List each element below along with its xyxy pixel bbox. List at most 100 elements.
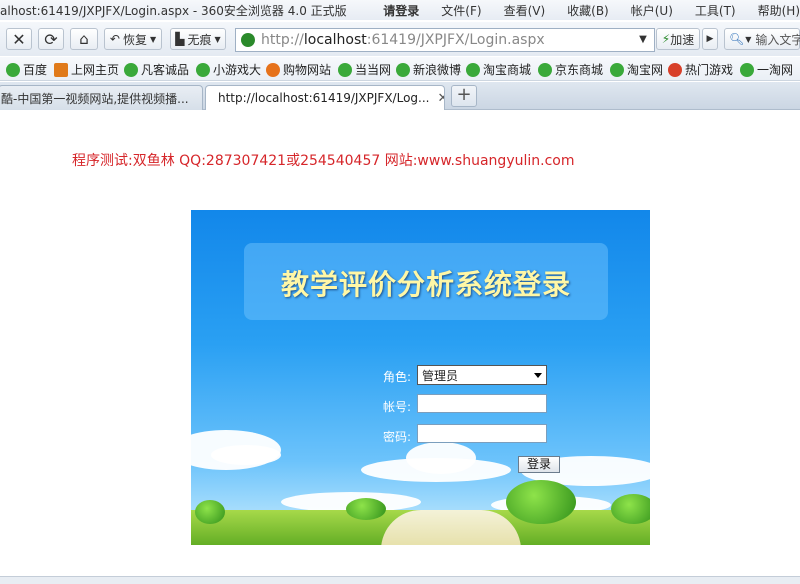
road-decoration	[381, 510, 521, 545]
plus-icon: +	[456, 84, 472, 105]
status-bar	[0, 576, 800, 584]
account-input[interactable]	[417, 394, 547, 413]
close-icon[interactable]: ✕	[437, 91, 444, 106]
menu-view[interactable]: 查看(V)	[504, 2, 546, 19]
chevron-down-icon: ▼	[745, 34, 752, 44]
tab-login[interactable]: http://localhost:61419/JXPJFX/Log... ✕	[205, 85, 445, 110]
refresh-icon: ⟳	[44, 29, 58, 49]
tab-youku[interactable]: 酷-中国第一视频网站,提供视频播...	[0, 85, 203, 110]
navigation-toolbar: ✕ ⟳ ⌂ ↶ 恢复 ▼ ▙ 无痕 ▼ http://localhost:614…	[0, 22, 800, 56]
menu-bar: 请登录 文件(F) 查看(V) 收藏(B) 帐户(U) 工具(T) 帮助(H)	[361, 2, 800, 19]
account-label: 帐号:	[383, 400, 412, 414]
search-placeholder: 输入文字	[755, 32, 800, 47]
bookmark-weibo[interactable]: 新浪微博	[396, 61, 461, 78]
bookmark-label: 购物网站	[283, 63, 332, 77]
ie-icon	[338, 62, 352, 77]
role-value: 管理员	[422, 368, 459, 383]
ie-icon	[124, 62, 138, 77]
new-tab-button[interactable]: +	[451, 85, 477, 107]
game-icon	[668, 62, 682, 77]
bookmark-baidu[interactable]: 百度	[6, 61, 47, 78]
ie-icon	[538, 62, 552, 77]
chevron-down-icon	[534, 373, 542, 378]
home-button[interactable]: ⌂	[70, 28, 98, 50]
role-select[interactable]: 管理员	[417, 365, 547, 385]
bookmark-label: 百度	[23, 63, 48, 77]
bookmark-label: 新浪微博	[413, 63, 462, 77]
bookmark-label: 上网主页	[71, 63, 120, 77]
chevron-down-icon: ▼	[214, 34, 221, 44]
shopping-icon	[266, 62, 280, 77]
ie-icon	[740, 62, 754, 77]
menu-favorites[interactable]: 收藏(B)	[567, 2, 609, 19]
bookmark-etao[interactable]: 一淘网	[740, 61, 793, 78]
login-title: 教学评价分析系统登录	[280, 268, 571, 301]
speed-button[interactable]: ⚡ 加速	[656, 28, 700, 50]
search-box[interactable]: 🔍︎ ▼ 输入文字	[724, 28, 800, 50]
title-banner: 教学评价分析系统登录	[244, 243, 608, 320]
tree-decoration	[346, 498, 386, 520]
bookmark-shopping[interactable]: 购物网站	[266, 61, 331, 78]
login-panel: 教学评价分析系统登录 角色: 管理员 帐号: 密码: 登录	[191, 210, 650, 545]
notrace-icon: ▙	[175, 32, 185, 46]
bookmark-label: 小游戏大	[213, 63, 262, 77]
bookmark-hotgames[interactable]: 热门游戏	[668, 61, 733, 78]
menu-help[interactable]: 帮助(H)	[758, 2, 800, 19]
address-value: http://localhost:61419/JXPJFX/Login.aspx	[261, 32, 545, 48]
title-bar: alhost:61419/JXPJFX/Login.aspx - 360安全浏览…	[0, 0, 800, 20]
play-icon: ▶	[706, 34, 714, 44]
ie-icon	[396, 62, 410, 77]
ie-icon	[6, 62, 20, 77]
address-host: localhost	[303, 32, 367, 48]
bookmark-vancl[interactable]: 凡客诚品	[124, 61, 189, 78]
menu-account[interactable]: 帐户(U)	[631, 2, 673, 19]
tree-decoration	[506, 480, 576, 524]
go-button[interactable]: ▶	[702, 28, 718, 50]
bookmark-label: 凡客诚品	[141, 63, 190, 77]
close-icon: ✕	[12, 29, 26, 49]
tab-label: http://localhost:61419/JXPJFX/Log...	[218, 91, 430, 105]
address-dropdown[interactable]: ▼	[633, 28, 653, 50]
bookmark-taobao[interactable]: 淘宝网	[610, 61, 663, 78]
address-rest: :61419/JXPJFX/Login.aspx	[366, 32, 545, 48]
menu-tools[interactable]: 工具(T)	[695, 2, 736, 19]
bookmark-label: 京东商城	[555, 63, 604, 77]
tab-label: 酷-中国第一视频网站,提供视频播...	[1, 91, 189, 106]
login-button[interactable]: 登录	[518, 456, 560, 473]
ie-icon	[466, 62, 480, 77]
bookmark-dangdang[interactable]: 当当网	[338, 61, 391, 78]
ie-icon	[610, 62, 624, 77]
chevron-down-icon: ▼	[149, 34, 157, 44]
role-label: 角色:	[383, 370, 412, 384]
refresh-button[interactable]: ⟳	[38, 28, 64, 50]
bookmark-minigames[interactable]: 小游戏大	[196, 61, 261, 78]
bookmark-tmall[interactable]: 淘宝商城	[466, 61, 531, 78]
bookmark-jd[interactable]: 京东商城	[538, 61, 603, 78]
address-prefix: http://	[261, 32, 304, 48]
menu-file[interactable]: 文件(F)	[441, 2, 481, 19]
notrace-label: 无痕	[187, 32, 212, 47]
tree-decoration	[611, 494, 650, 524]
bookmark-label: 一淘网	[757, 63, 794, 77]
bookmark-label: 淘宝商城	[483, 63, 532, 77]
cloud-decoration	[406, 442, 476, 474]
undo-icon: ↶	[109, 32, 120, 46]
lightning-icon: ⚡	[661, 32, 671, 46]
tab-strip: 酷-中国第一视频网站,提供视频播... http://localhost:614…	[0, 82, 800, 110]
password-input[interactable]	[417, 424, 547, 443]
notrace-button[interactable]: ▙ 无痕 ▼	[170, 28, 226, 50]
menu-login[interactable]: 请登录	[383, 2, 419, 19]
speed-label: 加速	[670, 32, 695, 47]
ie-icon	[196, 62, 210, 77]
test-notice: 程序测试:双鱼林 QQ:287307421或254540457 网站:www.s…	[72, 153, 575, 169]
bookmarks-bar: 百度 上网主页 凡客诚品 小游戏大 购物网站 当当网 新浪微博 淘宝商城 京东商…	[0, 57, 800, 81]
stop-button[interactable]: ✕	[6, 28, 32, 50]
bookmark-label: 淘宝网	[627, 63, 664, 77]
tree-decoration	[195, 500, 225, 524]
restore-button[interactable]: ↶ 恢复 ▼	[104, 28, 162, 50]
bookmark-label: 热门游戏	[685, 63, 734, 77]
restore-label: 恢复	[122, 32, 147, 47]
bookmark-homepage[interactable]: 上网主页	[54, 61, 119, 78]
address-bar[interactable]: http://localhost:61419/JXPJFX/Login.aspx	[235, 28, 655, 52]
page-icon	[241, 33, 255, 47]
